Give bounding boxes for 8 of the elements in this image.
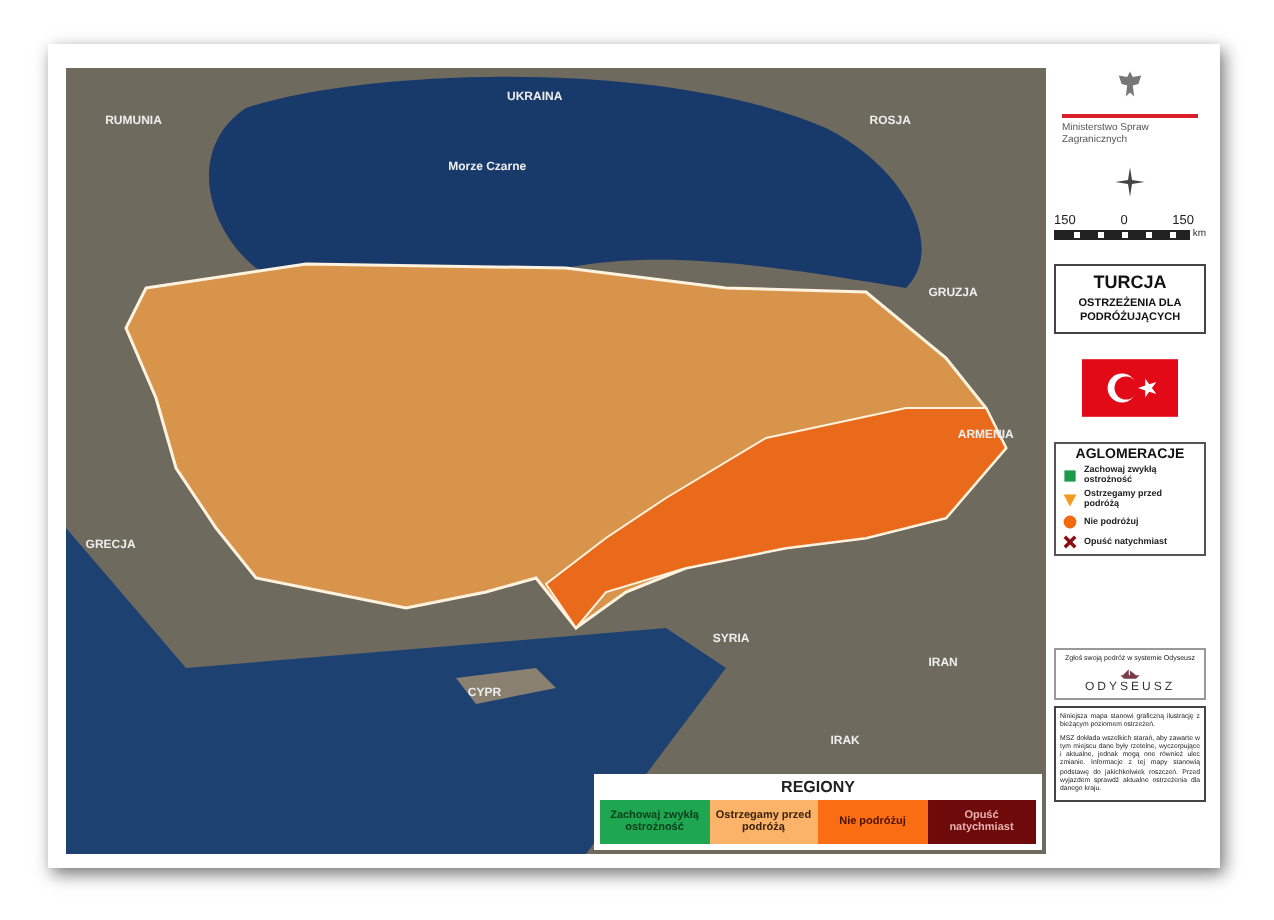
eagle-emblem-icon [1116,68,1144,100]
country-title: TURCJA [1091,272,1169,292]
compass-rose-icon [1114,166,1146,198]
legend-title: REGIONY [781,778,855,796]
scale-bar [1054,229,1191,239]
header-rule [1062,114,1198,118]
flag-icon [1082,358,1178,419]
ship-icon [1118,668,1142,681]
